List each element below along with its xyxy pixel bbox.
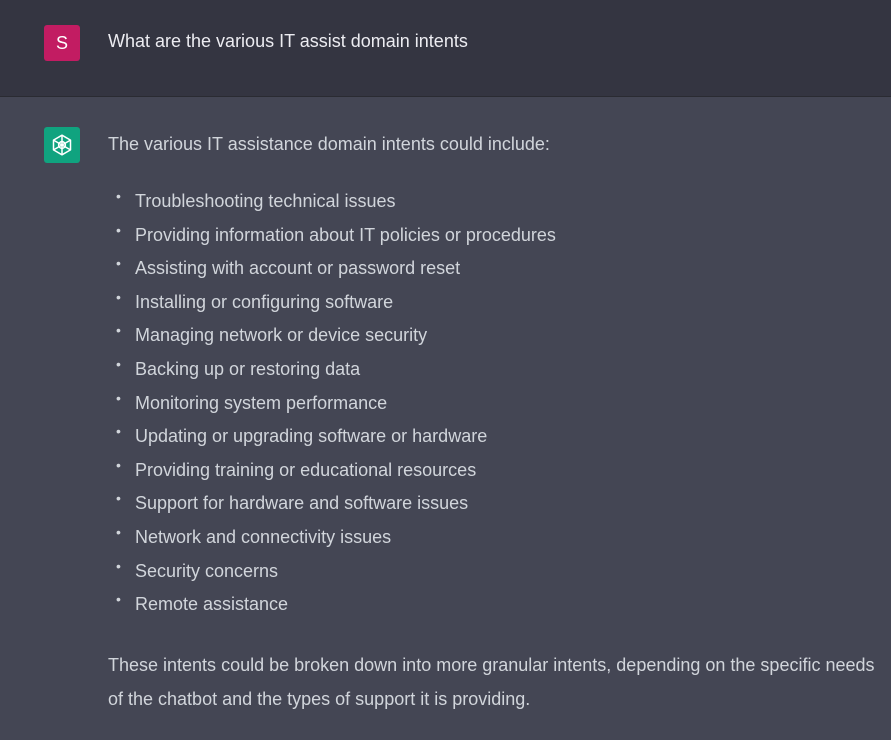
intent-list-item: • Support for hardware and software issue… — [108, 490, 556, 525]
intent-list-item: • Managing network or device security — [108, 322, 556, 357]
intent-text: Providing information about IT policies … — [135, 224, 556, 245]
intent-list-item: • Assisting with account or password rese… — [108, 255, 556, 290]
bullet-icon: • — [116, 523, 121, 540]
user-avatar: S — [44, 25, 80, 61]
intent-text: Providing training or educational resour… — [135, 459, 477, 480]
intent-text: Updating or upgrading software or hardwa… — [135, 426, 488, 447]
bullet-icon: • — [116, 255, 121, 272]
intent-list: • Troubleshooting technical issues • Provid… — [108, 188, 556, 626]
intent-text: Installing or configuring software — [135, 291, 394, 312]
assistant-intro-text: The various IT assistance domain intents… — [108, 134, 550, 154]
intent-list-item: • Installing or configuring software — [108, 289, 556, 324]
assistant-message-row: The various IT assistance domain intents… — [0, 97, 891, 740]
intent-text: Support for hardware and software issues — [135, 493, 469, 514]
intent-text: Backing up or restoring data — [135, 358, 361, 379]
intent-list-item: • Network and connectivity issues — [108, 524, 556, 559]
intent-text: Monitoring system performance — [135, 392, 388, 413]
intent-text: Assisting with account or password reset — [135, 258, 461, 279]
intent-list-item: • Troubleshooting technical issues — [108, 188, 556, 223]
bullet-icon: • — [116, 188, 121, 204]
intent-list-item: • Updating or upgrading software or hardw… — [108, 423, 556, 458]
bullet-icon: • — [116, 221, 121, 238]
chat-page: S What are the various IT assist domain … — [0, 0, 891, 740]
intent-list-item: • Providing training or educational resou… — [108, 457, 556, 492]
intent-list-item: • Remote assistance — [108, 591, 556, 626]
bullet-icon: • — [116, 389, 121, 406]
assistant-closing-text: These intents could be broken down into … — [108, 655, 875, 709]
user-message-row: S What are the various IT assist domain … — [0, 0, 891, 97]
assistant-avatar — [44, 127, 80, 163]
intent-list-item: • Providing information about IT policies… — [108, 222, 556, 257]
intent-list-item: • Security concerns — [108, 558, 556, 593]
intent-text: Managing network or device security — [135, 325, 428, 346]
intent-text: Network and connectivity issues — [135, 526, 392, 547]
bullet-icon: • — [116, 288, 121, 305]
bullet-icon: • — [116, 355, 121, 372]
bullet-icon: • — [116, 591, 121, 608]
intent-list-item: • Monitoring system performance — [108, 390, 556, 425]
bullet-icon: • — [116, 423, 121, 440]
intent-list-item: • Backing up or restoring data — [108, 356, 556, 391]
bullet-icon: • — [116, 557, 121, 574]
openai-logo-icon — [52, 134, 72, 156]
bullet-icon: • — [116, 322, 121, 339]
intent-text: Troubleshooting technical issues — [135, 191, 396, 211]
intent-text: Security concerns — [135, 560, 279, 581]
intent-text: Remote assistance — [135, 594, 289, 615]
bullet-icon: • — [116, 490, 121, 507]
user-message-text: What are the various IT assist domain in… — [108, 31, 468, 51]
bullet-icon: • — [116, 456, 121, 473]
